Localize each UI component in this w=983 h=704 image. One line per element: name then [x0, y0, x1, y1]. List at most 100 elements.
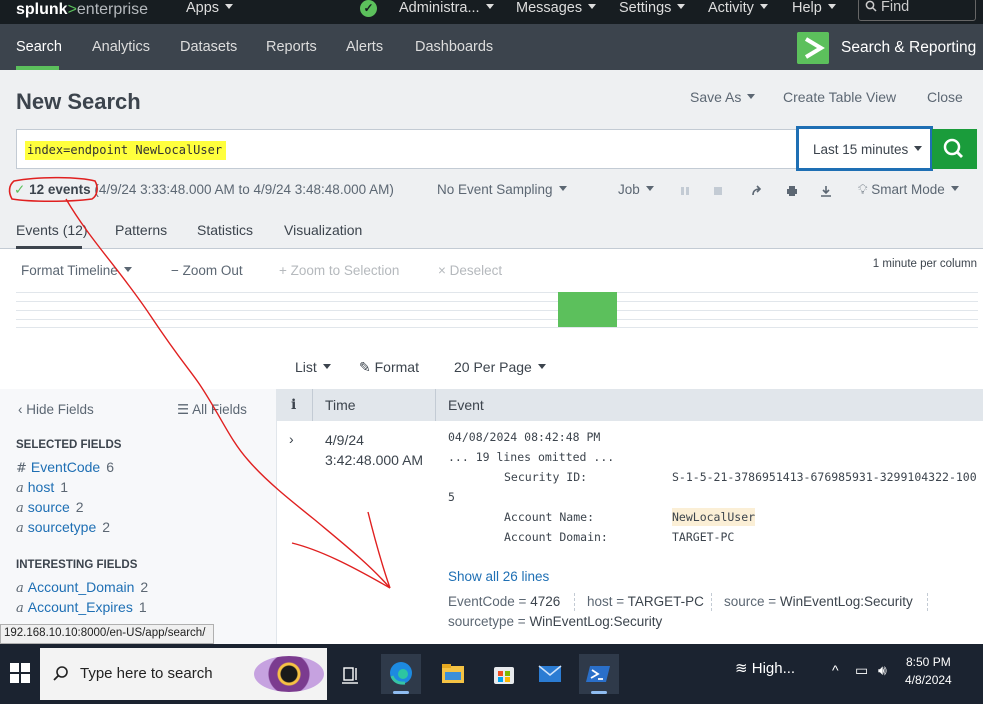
kv-host[interactable]: host = TARGET-PC — [587, 594, 704, 609]
activity-menu[interactable]: Activity — [708, 0, 768, 24]
format-timeline-menu[interactable]: Format Timeline — [21, 263, 132, 278]
zoom-out-button[interactable]: − Zoom Out — [171, 263, 243, 278]
raw-omitted[interactable]: ... 19 lines omitted ... — [448, 450, 614, 464]
nav-reports[interactable]: Reports — [266, 39, 317, 55]
save-as-menu[interactable]: Save As — [690, 89, 755, 105]
job-status-bar: ✓ 12 events (4/9/24 3:33:48.000 AM to 4/… — [0, 173, 983, 209]
results-toolbar: List ✎ Format 20 Per Page — [0, 353, 983, 389]
show-all-lines-link[interactable]: Show all 26 lines — [448, 569, 549, 584]
app-name: Search & Reporting — [841, 39, 977, 56]
stop-icon[interactable] — [711, 184, 725, 198]
nav-dashboards[interactable]: Dashboards — [415, 39, 493, 55]
field-count: 1 — [60, 479, 69, 495]
numeric-type-icon: # — [16, 461, 27, 476]
pause-icon[interactable] — [678, 184, 692, 198]
timeline-chart[interactable] — [16, 292, 978, 328]
kv-eventcode[interactable]: EventCode = 4726 — [448, 594, 560, 609]
field-count: 2 — [102, 519, 111, 535]
kv-source[interactable]: source = WinEventLog:Security — [724, 594, 913, 609]
windows-start-icon[interactable] — [10, 663, 30, 683]
timeline-bar[interactable] — [558, 292, 617, 327]
help-menu[interactable]: Help — [792, 0, 836, 24]
mail-icon[interactable] — [530, 654, 570, 694]
expand-chevron-icon[interactable]: › — [289, 431, 294, 447]
hide-fields-button[interactable]: ‹ Hide Fields — [18, 402, 94, 417]
field-host[interactable]: a host 1 — [16, 479, 68, 496]
print-icon[interactable] — [785, 184, 799, 198]
job-menu[interactable]: Job — [618, 182, 654, 197]
taskbar-search-box[interactable]: Type here to search — [40, 648, 327, 700]
deselect-button[interactable]: × Deselect — [438, 263, 502, 278]
info-column-header: i — [291, 397, 297, 413]
raw-sid-value: S-1-5-21-3786951413-676985931-3299104322… — [672, 470, 977, 484]
edge-taskbar-button[interactable] — [381, 654, 421, 694]
field-name: host — [27, 479, 55, 495]
nav-analytics[interactable]: Analytics — [92, 39, 150, 55]
raw-account-name-label: Account Name: — [504, 510, 595, 524]
event-date: 4/9/24 — [325, 432, 364, 448]
network-icon[interactable]: ▭ — [855, 662, 868, 679]
field-source[interactable]: a source 2 — [16, 499, 84, 516]
search-mode-menu[interactable]: 💡︎ Smart Mode — [858, 182, 959, 198]
kv-sourcetype[interactable]: sourcetype = WinEventLog:Security — [448, 614, 662, 629]
file-explorer-icon[interactable] — [433, 654, 473, 694]
tab-visualization[interactable]: Visualization — [284, 222, 362, 238]
field-eventcode[interactable]: # EventCode 6 — [16, 459, 114, 476]
zoom-to-selection-button[interactable]: + Zoom to Selection — [279, 263, 399, 278]
event-count: 12 events — [29, 182, 91, 197]
nav-datasets[interactable]: Datasets — [180, 39, 237, 55]
kv-divider — [927, 593, 928, 611]
create-table-view-button[interactable]: Create Table View — [783, 89, 896, 105]
per-page-menu[interactable]: 20 Per Page — [454, 359, 546, 375]
nav-alerts[interactable]: Alerts — [346, 39, 383, 55]
run-search-button[interactable] — [932, 129, 977, 169]
timeline-gridline — [16, 301, 978, 302]
format-button[interactable]: ✎ Format — [359, 359, 419, 376]
export-icon[interactable] — [819, 184, 833, 198]
event-sampling-menu[interactable]: No Event Sampling — [437, 182, 567, 197]
task-view-icon[interactable] — [331, 654, 371, 694]
field-account-expires[interactable]: a Account_Expires 1 — [16, 599, 147, 616]
all-fields-button[interactable]: ☰ All Fields — [177, 402, 247, 418]
weather-widget[interactable]: ≋ High... — [735, 659, 795, 677]
raw-account-name-value[interactable]: NewLocalUser — [672, 508, 756, 526]
fields-sidebar: ‹ Hide Fields ☰ All Fields SELECTED FIEL… — [0, 389, 277, 644]
volume-icon[interactable]: 🔊︎ — [878, 662, 887, 679]
browser-status-url: 192.168.10.10:8000/en-US/app/search/ — [0, 624, 214, 644]
search-icon — [865, 0, 877, 12]
nav-search[interactable]: Search — [16, 39, 62, 55]
interesting-fields-header: INTERESTING FIELDS — [16, 559, 138, 571]
time-range-picker[interactable]: Last 15 minutes — [796, 126, 933, 171]
health-status-icon[interactable]: ✓ — [360, 0, 377, 17]
splunk-logo[interactable]: splunk>enterprise — [16, 0, 148, 24]
page-title: New Search — [16, 89, 141, 114]
system-clock[interactable]: 8:50 PM 4/8/2024 — [905, 653, 952, 689]
list-view-menu[interactable]: List — [295, 359, 331, 375]
settings-menu[interactable]: Settings — [619, 0, 685, 24]
bulb-icon: 💡︎ — [858, 182, 868, 197]
powershell-taskbar-button[interactable] — [579, 654, 619, 694]
tab-patterns[interactable]: Patterns — [115, 222, 167, 238]
field-sourcetype[interactable]: a sourcetype 2 — [16, 519, 110, 536]
search-query-input[interactable]: index=endpoint NewLocalUser — [16, 129, 797, 169]
time-column-header[interactable]: Time — [325, 397, 356, 413]
messages-menu[interactable]: Messages — [516, 0, 596, 24]
kv-divider — [574, 593, 575, 611]
close-button[interactable]: Close — [927, 89, 963, 105]
event-count-status: ✓ 12 events (4/9/24 3:33:48.000 AM to 4/… — [14, 182, 394, 198]
chevron-up-icon[interactable]: ^ — [832, 662, 839, 678]
tab-statistics[interactable]: Statistics — [197, 222, 253, 238]
field-account-domain[interactable]: a Account_Domain 2 — [16, 579, 148, 596]
microsoft-store-icon[interactable] — [484, 654, 524, 694]
windows-taskbar: Type here to search ≋ High... ^ ▭ 🔊︎ 8:5… — [0, 644, 983, 704]
find-placeholder: Find — [881, 0, 910, 15]
pencil-icon: ✎ — [359, 359, 371, 375]
apps-menu[interactable]: Apps — [186, 0, 233, 24]
event-time: 4/9/24 3:42:48.000 AM — [325, 430, 423, 470]
string-type-icon: a — [16, 521, 24, 536]
search-icon — [53, 666, 68, 681]
share-icon[interactable] — [750, 184, 764, 198]
tab-events[interactable]: Events (12) — [16, 222, 88, 238]
find-input[interactable]: Find — [858, 0, 976, 21]
administrator-menu[interactable]: Administra... — [399, 0, 494, 24]
